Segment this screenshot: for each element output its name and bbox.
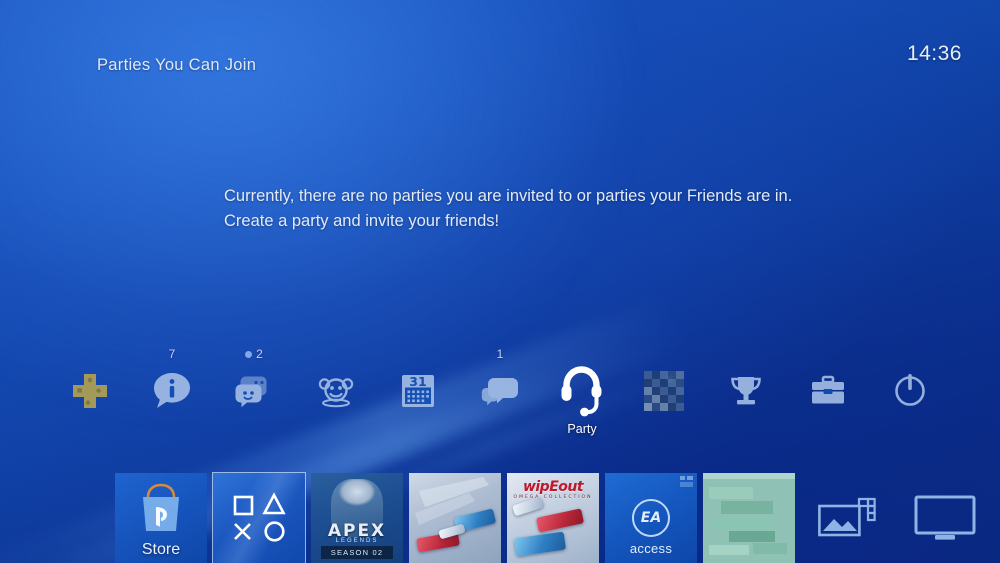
profile-icon[interactable] <box>644 366 684 416</box>
system-clock: 14:36 <box>906 42 962 65</box>
function-item-notifications[interactable]: 7 <box>136 346 208 442</box>
function-item-whats-new[interactable] <box>300 346 372 442</box>
friends-icon[interactable] <box>234 366 274 416</box>
tile-wipeout-1[interactable] <box>409 473 501 563</box>
tile-media[interactable] <box>801 473 893 563</box>
ea-corner-mark <box>680 476 694 488</box>
function-item-label: Party <box>567 422 597 436</box>
library-tile-art <box>213 473 305 563</box>
page-title: Parties You Can Join <box>97 56 257 74</box>
function-item-calendar[interactable]: 31 <box>382 346 454 442</box>
settings-icon[interactable] <box>808 366 848 416</box>
function-item-trophies[interactable] <box>710 346 782 442</box>
notifications-icon[interactable] <box>152 366 192 416</box>
ps-plus-icon[interactable] <box>69 366 111 416</box>
function-item-settings[interactable] <box>792 346 864 442</box>
empty-state-line-1: Currently, there are no parties you are … <box>224 187 793 205</box>
badge: 2 <box>245 346 263 362</box>
svg-text:31: 31 <box>409 374 426 389</box>
power-icon[interactable] <box>890 366 930 416</box>
ea-access-tile-art: EA access <box>605 473 697 563</box>
calendar-icon[interactable]: 31 <box>398 366 438 416</box>
party-icon[interactable] <box>557 366 607 417</box>
function-row: 7 2 31 1 Party <box>0 346 1000 446</box>
tile-ea-access[interactable]: EA access <box>605 473 697 563</box>
apex-tile-art: APEX LEGENDS SEASON 02 <box>311 473 403 563</box>
badge-dot <box>245 350 253 358</box>
wipeout-tile-art: wipEout OMEGA COLLECTION <box>507 473 599 563</box>
apex-subtitle: LEGENDS <box>335 538 379 544</box>
ps4-home-screen: Parties You Can Join 14:36 Currently, th… <box>0 0 1000 563</box>
tile-wipeout-2[interactable]: wipEout OMEGA COLLECTION <box>507 473 599 563</box>
function-item-party[interactable]: Party <box>546 346 618 442</box>
wipeout-logo: wipEout OMEGA COLLECTION <box>507 479 599 500</box>
wipeout-title: wipEout <box>522 479 584 495</box>
function-item-messages[interactable]: 1 <box>464 346 536 442</box>
badge-count: 7 <box>168 347 176 361</box>
tv-video-tile-art <box>899 473 991 563</box>
badge: 7 <box>169 346 176 362</box>
media-gallery-tile-art <box>801 473 893 563</box>
tile-apex[interactable]: APEX LEGENDS SEASON 02 <box>311 473 403 563</box>
wipeout-tile-art <box>409 473 501 563</box>
function-item-friends[interactable]: 2 <box>218 346 290 442</box>
empty-state-line-2: Create a party and invite your friends! <box>224 212 500 230</box>
content-row: Store APEX LEGENDS SEASON 02 wipEout OME… <box>0 472 1000 563</box>
ea-access-label: access <box>629 541 673 556</box>
whats-new-icon[interactable] <box>316 366 356 416</box>
tile-tv[interactable] <box>899 473 991 563</box>
badge-count: 1 <box>496 347 504 361</box>
badge: 1 <box>497 346 504 362</box>
tile-store[interactable]: Store <box>115 473 207 563</box>
function-item-power[interactable] <box>874 346 946 442</box>
apex-season: SEASON 02 <box>321 546 393 559</box>
hidden-tile-art <box>703 473 795 563</box>
tile-hidden[interactable] <box>703 473 795 563</box>
profile-avatar-censored <box>644 371 684 411</box>
trophies-icon[interactable] <box>726 366 766 416</box>
ea-logo: EA <box>632 499 670 537</box>
messages-icon[interactable] <box>480 366 520 416</box>
tile-library[interactable] <box>212 472 306 563</box>
empty-state-message: Currently, there are no parties you are … <box>224 184 844 234</box>
function-item-ps-plus[interactable] <box>54 346 126 442</box>
store-tile-label: Store <box>141 541 181 558</box>
function-item-profile[interactable] <box>628 346 700 442</box>
badge-count: 2 <box>256 347 263 361</box>
store-tile-art: Store <box>115 473 207 563</box>
wipeout-subtitle: OMEGA COLLECTION <box>513 495 593 500</box>
